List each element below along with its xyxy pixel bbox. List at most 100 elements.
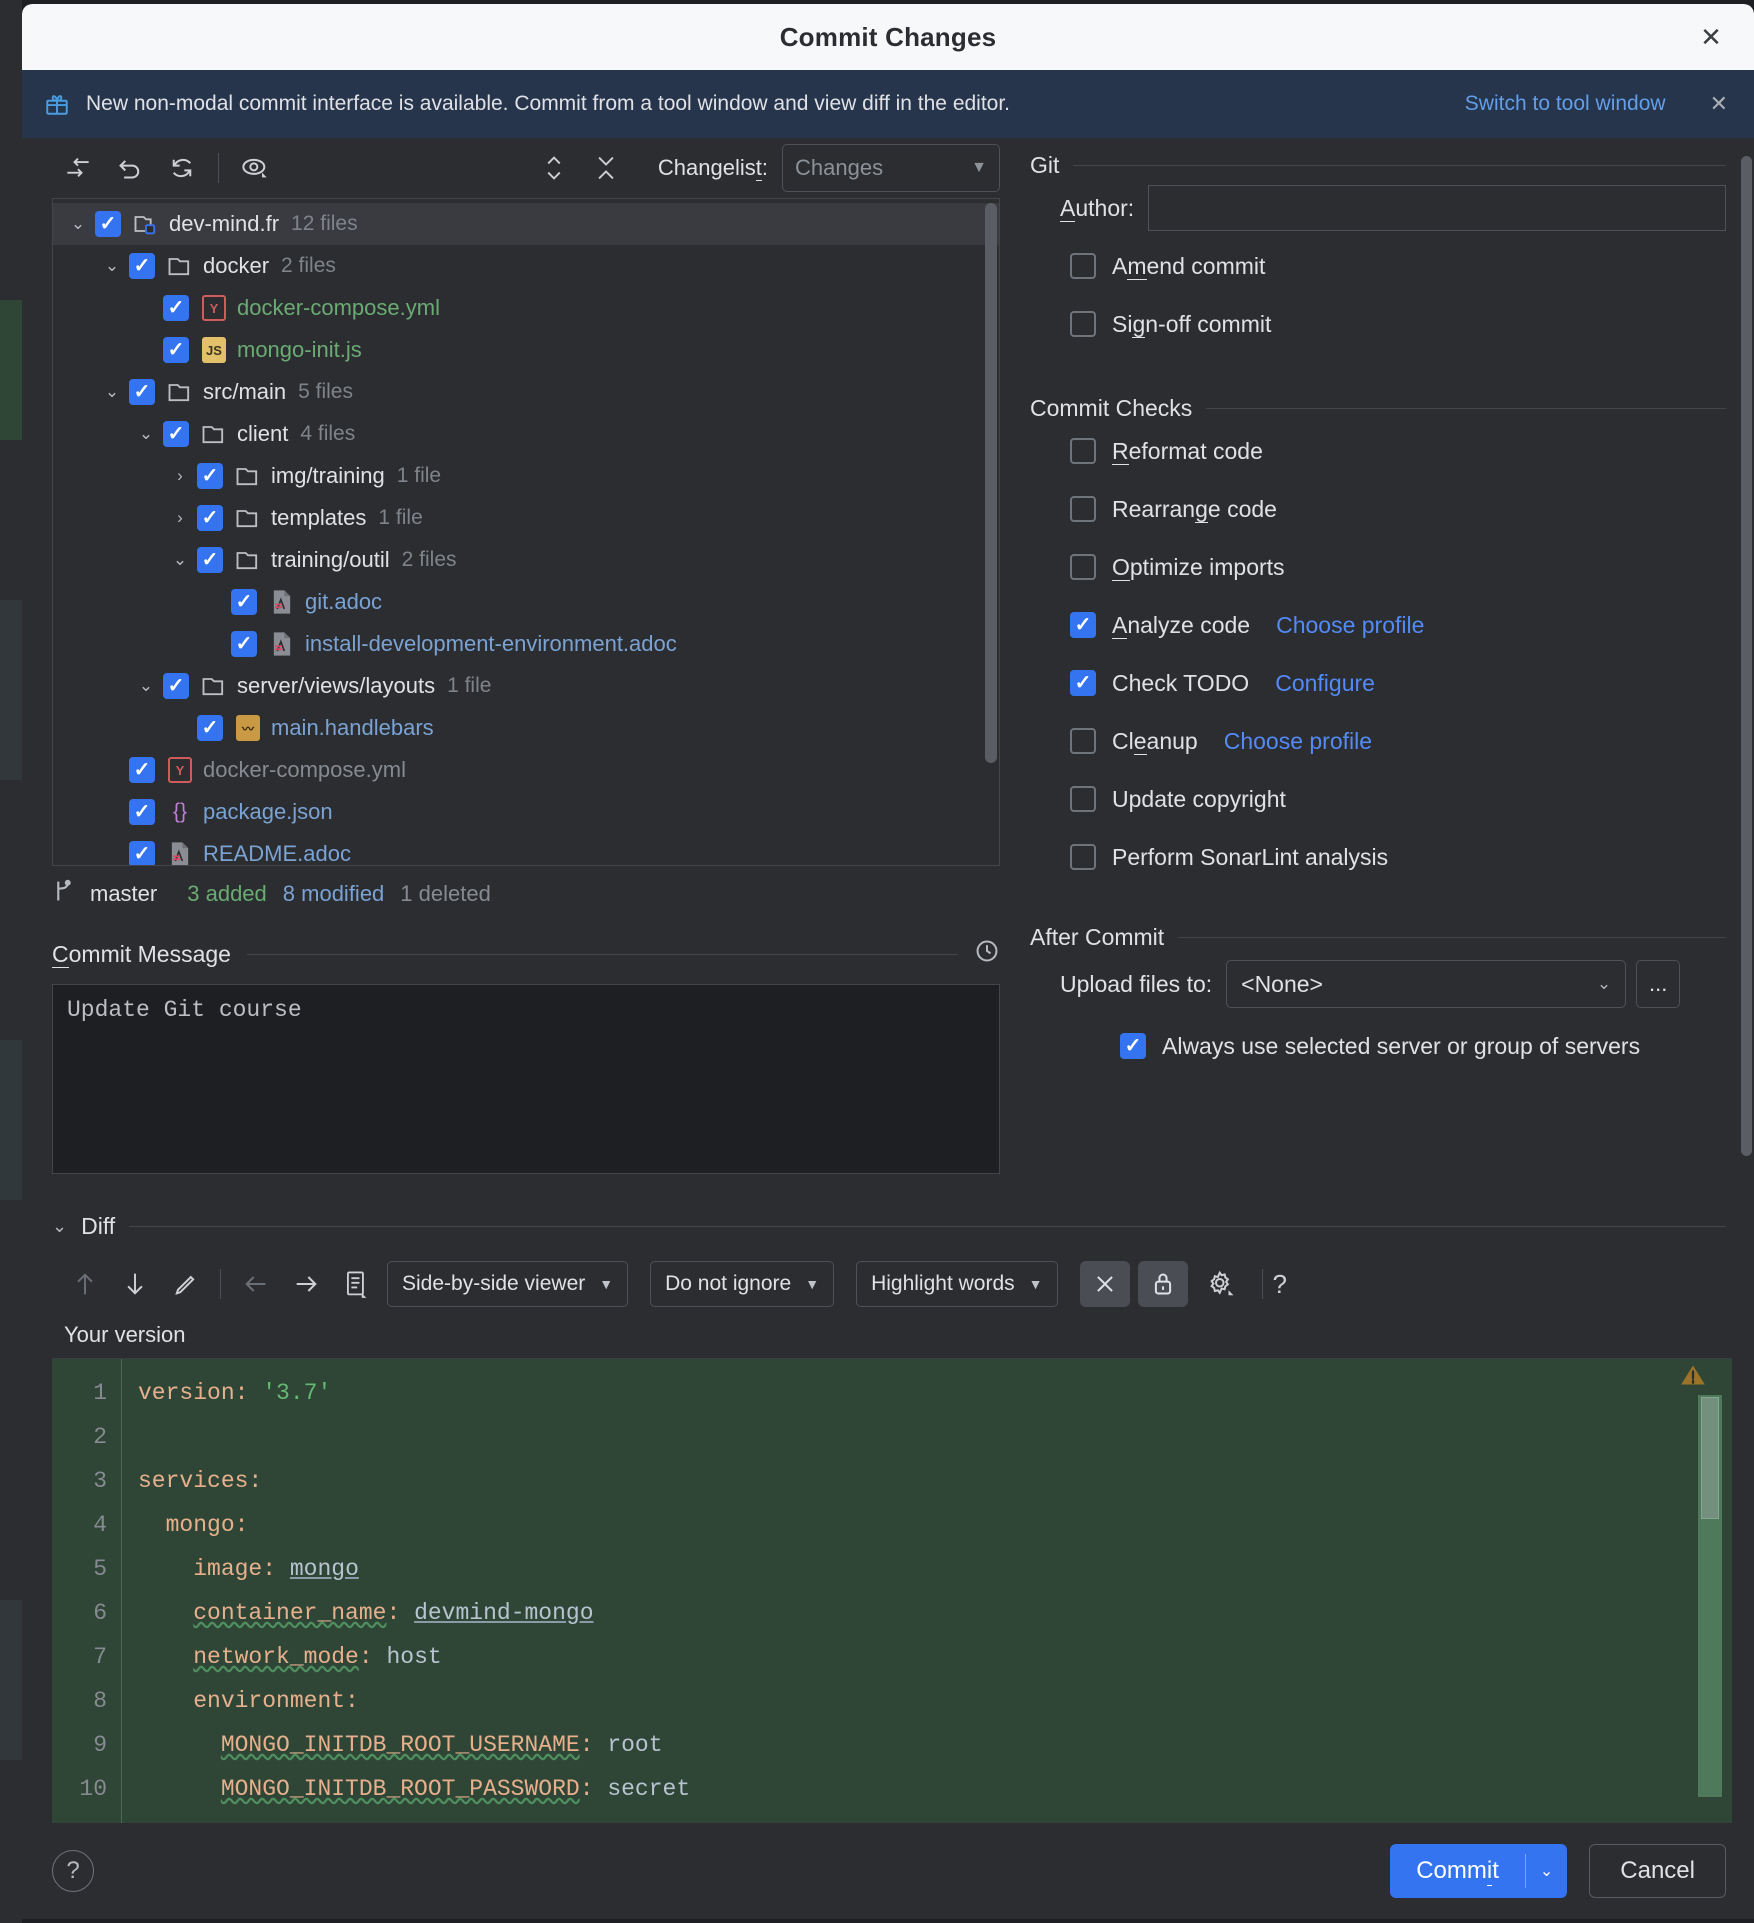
close-icon[interactable]: ✕ [1694, 20, 1728, 54]
check-row-cleanup[interactable]: Cleanup Choose profile [1030, 712, 1754, 770]
check-link[interactable]: Choose profile [1224, 728, 1372, 755]
tree-row-install-development-environment-adoc[interactable]: install-development-environment.adoc [53, 623, 999, 665]
tree-row-checkbox[interactable] [163, 421, 189, 447]
chevron-down-icon[interactable]: ⌄ [95, 256, 129, 276]
commit-message-input[interactable]: Update Git course [52, 984, 1000, 1174]
chevron-down-icon[interactable]: ⌄ [61, 214, 95, 234]
browse-servers-button[interactable]: ... [1636, 960, 1681, 1008]
tree-row-package-json[interactable]: {} package.json [53, 791, 999, 833]
clock-icon[interactable] [974, 938, 1000, 971]
question-icon[interactable]: ? [1273, 1269, 1287, 1300]
tree-row-docker-compose-yml[interactable]: Ydocker-compose.yml [53, 749, 999, 791]
author-field[interactable] [1148, 185, 1726, 231]
tree-row-checkbox[interactable] [231, 631, 257, 657]
tree-row-checkbox[interactable] [197, 547, 223, 573]
reformat-code-checkbox[interactable] [1070, 438, 1096, 464]
tree-row-checkbox[interactable] [163, 337, 189, 363]
amend-commit-checkbox[interactable] [1070, 253, 1096, 279]
tree-row-src-main[interactable]: ⌄ src/main 5 files [53, 371, 999, 413]
chevron-down-icon[interactable]: ⌄ [95, 382, 129, 402]
tree-scrollbar-thumb[interactable] [985, 203, 997, 763]
pencil-icon[interactable] [160, 1261, 210, 1307]
code-scrollbar[interactable] [1698, 1395, 1722, 1797]
always-use-server-checkbox[interactable] [1120, 1033, 1146, 1059]
tree-row-checkbox[interactable] [129, 253, 155, 279]
tree-row-readme-adoc[interactable]: README.adoc [53, 833, 999, 865]
ignore-mode-select[interactable]: Do not ignore ▼ [650, 1261, 835, 1307]
gear-icon[interactable] [1196, 1261, 1246, 1307]
cleanup-checkbox[interactable] [1070, 728, 1096, 754]
tree-row-docker[interactable]: ⌄ docker 2 files [53, 245, 999, 287]
tree-row-img-training[interactable]: › img/training 1 file [53, 455, 999, 497]
check-link[interactable]: Configure [1275, 670, 1375, 697]
tree-row-checkbox[interactable] [197, 463, 223, 489]
refresh-icon[interactable] [156, 146, 208, 190]
cancel-button[interactable]: Cancel [1589, 1844, 1726, 1898]
changelist-select[interactable]: Changes ▼ [782, 144, 1000, 192]
amend-commit-row[interactable]: Amend commit [1030, 237, 1754, 295]
tree-row-mongo-init-js[interactable]: JS mongo-init.js [53, 329, 999, 371]
diff-code-viewer[interactable]: 1 2 3 4 5 6 7 8 9 10 version: '3.7' services: mon… [52, 1358, 1732, 1823]
upload-target-select[interactable]: <None> ⌄ [1226, 960, 1627, 1008]
check-row-perform-sonarlint-analysis[interactable]: Perform SonarLint analysis [1030, 828, 1754, 886]
commit-button[interactable]: Comm i t ⌄ [1390, 1844, 1568, 1898]
diff-collapse-twisty-icon[interactable]: ⌄ [52, 1216, 67, 1237]
tree-row-checkbox[interactable] [231, 589, 257, 615]
tree-row-docker-compose-yml[interactable]: Ydocker-compose.yml [53, 287, 999, 329]
arrow-down-icon[interactable] [110, 1261, 160, 1307]
revert-icon[interactable] [104, 146, 156, 190]
check-row-check-todo[interactable]: Check TODO Configure [1030, 654, 1754, 712]
tree-row-checkbox[interactable] [163, 673, 189, 699]
switch-to-tool-window-link[interactable]: Switch to tool window [1465, 92, 1666, 116]
sign-off-commit-row[interactable]: Sign-off commit [1030, 295, 1754, 353]
chevron-down-icon[interactable]: ⌄ [163, 550, 197, 570]
editor-settings-icon[interactable] [331, 1261, 381, 1307]
check-row-analyze-code[interactable]: Analyze code Choose profile [1030, 596, 1754, 654]
check-row-update-copyright[interactable]: Update copyright [1030, 770, 1754, 828]
lock-icon[interactable] [1137, 1261, 1188, 1307]
code-scrollbar-thumb[interactable] [1701, 1397, 1719, 1519]
tree-row-server-views-layouts[interactable]: ⌄ server/views/layouts 1 file [53, 665, 999, 707]
tree-row-checkbox[interactable] [129, 379, 155, 405]
move-to-another-changelist-icon[interactable] [52, 146, 104, 190]
viewer-mode-select[interactable]: Side-by-side viewer ▼ [387, 1261, 629, 1307]
perform-sonarlint-analysis-checkbox[interactable] [1070, 844, 1096, 870]
tree-row-templates[interactable]: › templates 1 file [53, 497, 999, 539]
tree-row-checkbox[interactable] [197, 505, 223, 531]
chevron-down-icon[interactable]: ⌄ [129, 424, 163, 444]
commit-button-label[interactable]: Comm i t [1390, 1844, 1525, 1898]
arrow-up-icon[interactable] [60, 1261, 110, 1307]
tree-row-checkbox[interactable] [129, 799, 155, 825]
sign-off-commit-checkbox[interactable] [1070, 311, 1096, 337]
arrow-right-icon[interactable] [281, 1261, 331, 1307]
warning-icon[interactable] [1680, 1363, 1706, 1387]
check-link[interactable]: Choose profile [1276, 612, 1424, 639]
help-button[interactable]: ? [52, 1850, 94, 1892]
collapse-all-icon[interactable] [580, 146, 632, 190]
chevron-down-icon[interactable]: ⌄ [1526, 1844, 1567, 1898]
right-pane-scrollbar[interactable] [1741, 156, 1752, 1178]
tree-row-checkbox[interactable] [129, 841, 155, 865]
tree-row-dev-mind-fr[interactable]: ⌄ dev-mind.fr 12 files [53, 203, 999, 245]
optimize-imports-checkbox[interactable] [1070, 554, 1096, 580]
tree-row-checkbox[interactable] [95, 211, 121, 237]
tree-scrollbar[interactable] [985, 203, 997, 775]
check-row-optimize-imports[interactable]: Optimize imports [1030, 538, 1754, 596]
banner-close-icon[interactable]: ✕ [1710, 91, 1728, 117]
collapse-unchanged-icon[interactable] [1079, 1261, 1130, 1307]
check-todo-checkbox[interactable] [1070, 670, 1096, 696]
highlight-mode-select[interactable]: Highlight words ▼ [856, 1261, 1058, 1307]
tree-row-client[interactable]: ⌄ client 4 files [53, 413, 999, 455]
chevron-right-icon[interactable]: › [163, 508, 197, 528]
check-row-reformat-code[interactable]: Reformat code [1030, 422, 1754, 480]
changed-files-tree[interactable]: ⌄ dev-mind.fr 12 files ⌄ docker 2 files Ydocke… [52, 198, 1000, 866]
chevron-down-icon[interactable]: ⌄ [129, 676, 163, 696]
chevron-right-icon[interactable]: › [163, 466, 197, 486]
always-use-server-row[interactable]: Always use selected server or group of s… [1030, 1017, 1754, 1075]
arrow-left-icon[interactable] [231, 1261, 281, 1307]
tree-row-training-outil[interactable]: ⌄ training/outil 2 files [53, 539, 999, 581]
check-row-rearrange-code[interactable]: Rearrange code [1030, 480, 1754, 538]
rearrange-code-checkbox[interactable] [1070, 496, 1096, 522]
right-pane-scrollbar-thumb[interactable] [1741, 156, 1752, 1156]
code-content[interactable]: version: '3.7' services: mongo: image: m… [122, 1359, 1732, 1823]
